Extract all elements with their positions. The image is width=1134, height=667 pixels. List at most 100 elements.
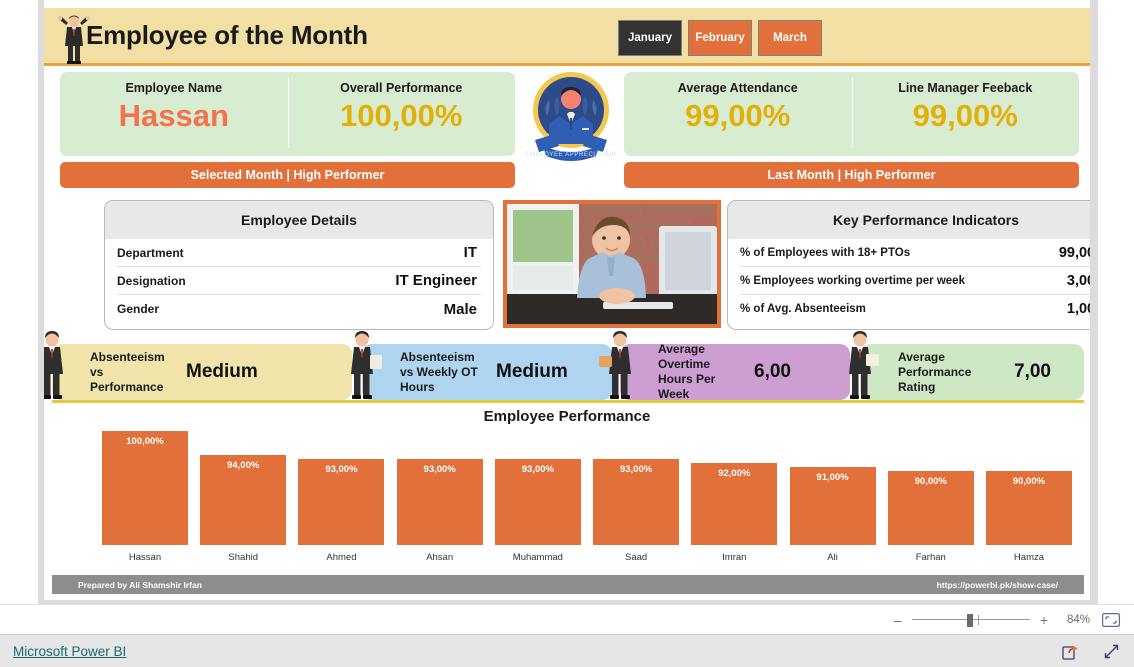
employee-performance-bar-chart: 100,00% Hassan 94,00% Shahid 93,00% Ahmed 93,0… — [102, 430, 1072, 565]
bottom-bar-icons — [1062, 643, 1120, 660]
businessman-icon — [44, 331, 63, 399]
row-label: % of Avg. Absenteeism — [740, 303, 866, 315]
table-row: Department IT — [117, 239, 481, 267]
zoom-slider-thumb[interactable] — [966, 613, 973, 627]
month-slicer[interactable]: January February March — [618, 20, 822, 56]
microsoft-power-bi-link[interactable]: Microsoft Power BI — [13, 644, 126, 659]
bar-value-label: 93,00% — [521, 464, 554, 475]
metric-strip-absenteeism-vs-performance: Absenteeism vs Performance Medium — [44, 331, 352, 400]
bar-value-label: 93,00% — [423, 464, 456, 475]
bar-value-label: 100,00% — [126, 436, 164, 447]
row-value: Male — [443, 300, 477, 318]
bar-column: 93,00% Saad — [593, 430, 680, 565]
bar-value-label: 94,00% — [227, 460, 260, 471]
zoom-slider[interactable] — [911, 613, 1030, 627]
strip-row-underline — [52, 400, 1084, 403]
kpi-value: 100,00% — [340, 98, 463, 133]
bar-category-label: Muhammad — [512, 552, 563, 563]
bar-hamza[interactable]: 90,00% — [985, 471, 1072, 545]
strip-value: Medium — [496, 361, 568, 382]
kpi-value: Hassan — [118, 98, 229, 133]
bar-imran[interactable]: 92,00% — [691, 463, 778, 545]
table-row: % Employees working overtime per week 3,… — [740, 267, 1090, 295]
table-row: % of Avg. Absenteeism 1,00% — [740, 295, 1090, 323]
bar-column: 93,00% Ahmed — [298, 430, 385, 565]
svg-text:EMPLOYEE APPRECIATION: EMPLOYEE APPRECIATION — [525, 152, 616, 158]
bar-farhan[interactable]: 90,00% — [887, 471, 974, 545]
panel-title: Key Performance Indicators — [728, 201, 1090, 239]
kpi-card-last-month: Average Attendance 99,00% Line Manager F… — [624, 72, 1079, 156]
chart-title: Employee Performance — [483, 408, 651, 425]
employee-appreciation-badge-icon: EMPLOYEE APPRECIATION — [525, 72, 616, 161]
key-performance-indicators-panel: Key Performance Indicators % of Employee… — [727, 200, 1090, 330]
fit-to-page-icon[interactable] — [1100, 612, 1122, 628]
bar-ahsan[interactable]: 93,00% — [396, 459, 483, 545]
bar-column: 90,00% Hamza — [985, 430, 1072, 565]
row-label: Gender — [117, 302, 160, 316]
zoom-percentage: 84% — [1066, 613, 1090, 626]
bar-ahmed[interactable]: 93,00% — [298, 459, 385, 545]
bar-shahid[interactable]: 94,00% — [200, 455, 287, 545]
row-value: 99,00% — [1058, 244, 1090, 261]
bar-category-label: Saad — [625, 552, 648, 563]
month-button-march[interactable]: March — [758, 20, 822, 56]
bar-saad[interactable]: 93,00% — [593, 459, 680, 545]
row-value: 3,00% — [1066, 272, 1090, 289]
fullscreen-icon[interactable] — [1103, 643, 1120, 660]
employee-photo-illustration — [507, 204, 717, 324]
footer-url[interactable]: https://powerbi.pk/show-case/ — [937, 580, 1058, 590]
kpi-card-selected-month: Employee Name Hassan Overall Performance… — [60, 72, 515, 156]
share-icon[interactable] — [1062, 643, 1079, 660]
zoom-slider-tick — [977, 614, 979, 625]
table-row: Gender Male — [117, 295, 481, 323]
businessman-icon — [351, 331, 382, 399]
strip-label: Average Performance Rating — [898, 349, 972, 394]
kpi-line-manager-feedback: Line Manager Feeback 99,00% — [851, 72, 1080, 156]
bar-hassan[interactable]: 100,00% — [102, 431, 188, 545]
kpi-label: Average Attendance — [677, 81, 798, 95]
bar-column: 92,00% Imran — [691, 430, 778, 565]
row-label: Department — [117, 245, 184, 260]
kpi-label: Line Manager Feeback — [898, 81, 1033, 95]
strip-value: 6,00 — [754, 361, 791, 382]
ribbon-last-month: Last Month | High Performer — [624, 162, 1079, 188]
bar-category-label: Ali — [827, 552, 838, 563]
kpi-value: 99,00% — [685, 98, 791, 133]
bar-column: 91,00% Ali — [789, 430, 876, 565]
zoom-in-button[interactable]: + — [1040, 612, 1048, 628]
employee-photo — [503, 200, 721, 328]
panel-body: % of Employees with 18+ PTOs 99,00% % Em… — [728, 239, 1090, 323]
report-page: Employee of the Month January February M… — [44, 0, 1090, 600]
row-label: Designation — [117, 273, 186, 288]
bar-value-label: 92,00% — [718, 468, 751, 479]
bar-column: 93,00% Ahsan — [396, 430, 483, 565]
report-header: Employee of the Month January February M… — [44, 8, 1090, 66]
month-button-february[interactable]: February — [688, 20, 752, 56]
bar-value-label: 91,00% — [816, 472, 849, 483]
strip-value: Medium — [186, 361, 258, 382]
bar-category-label: Farhan — [915, 552, 946, 563]
zoom-toolbar: – + 84% — [0, 604, 1134, 634]
bar-column: 93,00% Muhammad — [494, 430, 581, 565]
bar-column: 94,00% Shahid — [200, 430, 287, 565]
bar-ali[interactable]: 91,00% — [789, 467, 876, 545]
employee-details-panel: Employee Details Department IT Designati… — [104, 200, 494, 330]
bar-muhammad[interactable]: 93,00% — [494, 459, 581, 545]
row-value: IT — [463, 244, 477, 261]
panel-body: Department IT Designation IT Engineer Ge… — [105, 239, 493, 323]
table-row: % of Employees with 18+ PTOs 99,00% — [740, 239, 1090, 267]
bottom-bar: Microsoft Power BI — [0, 634, 1134, 667]
row-label: % Employees working overtime per week — [740, 274, 965, 287]
ribbon-selected-month: Selected Month | High Performer — [60, 162, 515, 188]
bar-column: 100,00% Hassan — [102, 430, 188, 565]
month-button-january[interactable]: January — [618, 20, 682, 56]
kpi-label: Employee Name — [125, 81, 223, 95]
metric-strip-absenteeism-vs-ot-hours: Absenteeism vs Weekly OT Hours Medium — [351, 331, 612, 400]
zoom-out-button[interactable]: – — [894, 612, 902, 628]
bar-category-label: Shahid — [228, 552, 259, 563]
powerbi-report-viewer: Employee of the Month January February M… — [0, 0, 1134, 667]
footer-author: Prepared by Ali Shamshir Irfan — [78, 579, 202, 590]
kpi-overall-performance: Overall Performance 100,00% — [287, 72, 516, 156]
bar-value-label: 93,00% — [619, 464, 653, 475]
bar-value-label: 93,00% — [325, 464, 358, 475]
